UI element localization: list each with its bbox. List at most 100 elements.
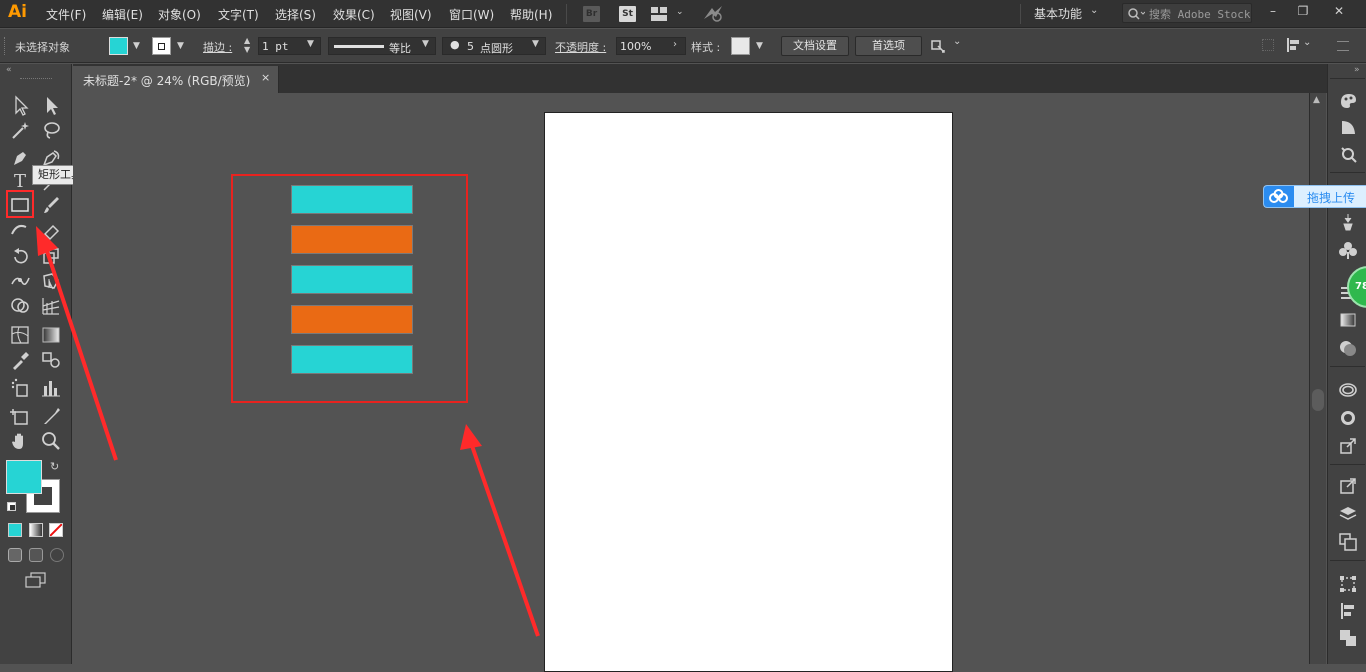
- menu-edit[interactable]: 编辑(E): [102, 6, 143, 23]
- graphic-styles-icon[interactable]: [1338, 408, 1358, 428]
- pathfinder-panel-icon[interactable]: [1338, 628, 1358, 648]
- asset-export-icon[interactable]: [1338, 436, 1358, 456]
- gradient-tool-icon[interactable]: [40, 324, 62, 346]
- workspace-chevron-icon[interactable]: ⌄: [1090, 5, 1098, 16]
- cyan-rectangle[interactable]: [291, 345, 413, 374]
- shaper-tool-icon[interactable]: [9, 219, 31, 241]
- draw-inside-icon[interactable]: [50, 548, 64, 562]
- rotate-tool-icon[interactable]: [9, 245, 31, 267]
- bridge-icon[interactable]: Br: [583, 6, 600, 22]
- zoom-tool-icon[interactable]: [40, 430, 62, 452]
- blend-tool-icon[interactable]: [40, 349, 62, 371]
- menu-file[interactable]: 文件(F): [46, 6, 86, 23]
- width-tool-icon[interactable]: [9, 270, 31, 292]
- hand-tool-icon[interactable]: [9, 430, 31, 452]
- panel-grip[interactable]: [20, 78, 52, 80]
- transparency-panel-icon[interactable]: [1338, 338, 1358, 358]
- arrange-chevron-icon[interactable]: ⌄: [676, 7, 684, 17]
- brush-dropdown[interactable]: ● 5 点圆形 ▼: [442, 37, 546, 55]
- document-setup-button[interactable]: 文档设置: [781, 36, 849, 56]
- opacity-label[interactable]: 不透明度 :: [555, 39, 606, 55]
- default-colors-icon[interactable]: [7, 502, 16, 511]
- stroke-weight-field[interactable]: 1 pt ▼: [258, 37, 321, 55]
- stroke-swatch[interactable]: [152, 37, 171, 55]
- fill-color-box[interactable]: [6, 460, 42, 494]
- stroke-profile-dropdown[interactable]: 等比 ▼: [328, 37, 436, 55]
- stroke-dropdown-icon[interactable]: ▼: [174, 37, 187, 55]
- menu-select[interactable]: 选择(S): [275, 6, 316, 23]
- cyan-rectangle[interactable]: [291, 265, 413, 294]
- column-graph-tool-icon[interactable]: [40, 377, 62, 399]
- export-icon[interactable]: [1338, 476, 1358, 496]
- appearance-panel-icon[interactable]: [1338, 380, 1358, 400]
- gradient-mode-icon[interactable]: [29, 523, 43, 537]
- draw-normal-icon[interactable]: [8, 548, 22, 562]
- close-tab-icon[interactable]: ×: [261, 71, 270, 84]
- artboards-panel-icon[interactable]: [1338, 532, 1358, 552]
- pen-tool-icon[interactable]: [9, 147, 31, 169]
- artboard[interactable]: [544, 112, 953, 672]
- scroll-up-icon[interactable]: ▲: [1313, 95, 1320, 105]
- menu-help[interactable]: 帮助(H): [510, 6, 552, 23]
- symbol-sprayer-tool-icon[interactable]: [9, 377, 31, 399]
- opacity-field[interactable]: 100% ›: [616, 37, 686, 55]
- gradient-panel-icon[interactable]: [1338, 310, 1358, 330]
- brushes-panel-icon[interactable]: [1338, 212, 1358, 232]
- scale-tool-icon[interactable]: [40, 245, 62, 267]
- preferences-button[interactable]: 首选项: [855, 36, 922, 56]
- direct-selection-tool-icon[interactable]: [40, 94, 62, 116]
- menu-effect[interactable]: 效果(C): [333, 6, 375, 23]
- transform-panel-icon[interactable]: [1338, 574, 1358, 594]
- free-transform-tool-icon[interactable]: [40, 270, 62, 292]
- none-mode-icon[interactable]: [49, 523, 63, 537]
- layers-panel-icon[interactable]: [1338, 504, 1358, 524]
- lasso-icon[interactable]: [40, 119, 62, 141]
- drag-upload-widget[interactable]: 拖拽上传: [1263, 185, 1366, 208]
- collapse-icon[interactable]: »: [1354, 65, 1360, 75]
- workspace-switcher[interactable]: 基本功能: [1034, 5, 1082, 22]
- arrange-icon[interactable]: [930, 37, 948, 55]
- fill-dropdown-icon[interactable]: ▼: [130, 37, 143, 55]
- collapse-icon[interactable]: «: [6, 65, 12, 75]
- arrange-documents-icon[interactable]: [651, 7, 667, 21]
- style-dropdown-icon[interactable]: ▼: [753, 37, 766, 55]
- eraser-tool-icon[interactable]: [40, 219, 62, 241]
- menu-type[interactable]: 文字(T): [218, 6, 259, 23]
- cc-libraries-icon[interactable]: [1338, 144, 1358, 164]
- vertical-scrollbar[interactable]: ▲: [1309, 93, 1326, 664]
- gpu-performance-icon[interactable]: [702, 5, 724, 23]
- menu-object[interactable]: 对象(O): [158, 6, 201, 23]
- panel-grip[interactable]: [4, 37, 7, 55]
- magic-wand-icon[interactable]: [9, 119, 31, 141]
- orange-rectangle[interactable]: [291, 225, 413, 254]
- canvas-area[interactable]: [73, 93, 1309, 672]
- color-guide-icon[interactable]: [1338, 117, 1358, 137]
- document-tab[interactable]: 未标题-2* @ 24% (RGB/预览) ×: [73, 66, 279, 93]
- orange-rectangle[interactable]: [291, 305, 413, 334]
- fill-swatch[interactable]: [109, 37, 128, 55]
- color-panel-icon[interactable]: [1338, 90, 1358, 110]
- stroke-label[interactable]: 描边 :: [203, 39, 232, 55]
- restore-button[interactable]: ❐: [1293, 2, 1313, 20]
- panel-menu-icon[interactable]: [1337, 41, 1349, 51]
- slice-tool-icon[interactable]: [40, 405, 62, 427]
- mesh-tool-icon[interactable]: [9, 324, 31, 346]
- menu-window[interactable]: 窗口(W): [449, 6, 494, 23]
- stock-icon[interactable]: St: [619, 6, 636, 22]
- align-icon[interactable]: [1287, 38, 1301, 52]
- stock-search-input[interactable]: 搜索 Adobe Stock: [1122, 3, 1252, 23]
- artboard-tool-icon[interactable]: [9, 405, 31, 427]
- draw-behind-icon[interactable]: [29, 548, 43, 562]
- paintbrush-tool-icon[interactable]: [40, 194, 62, 216]
- screen-mode-icon[interactable]: [24, 572, 48, 588]
- perspective-grid-tool-icon[interactable]: [40, 295, 62, 317]
- chevron-down-icon[interactable]: ⌄: [953, 36, 961, 47]
- color-mode-icon[interactable]: [8, 523, 22, 537]
- minimize-button[interactable]: –: [1263, 2, 1283, 20]
- isolate-icon[interactable]: [1262, 39, 1274, 51]
- graphic-style-swatch[interactable]: [731, 37, 750, 55]
- close-window-button[interactable]: ✕: [1329, 2, 1349, 20]
- shape-builder-tool-icon[interactable]: [9, 295, 31, 317]
- selection-tool-icon[interactable]: [9, 94, 31, 116]
- align-panel-icon[interactable]: [1338, 601, 1358, 621]
